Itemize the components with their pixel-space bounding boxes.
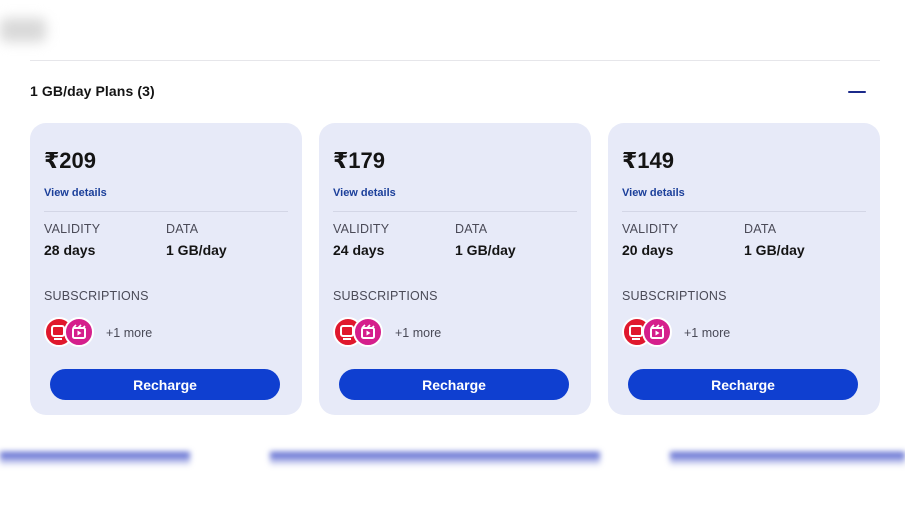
validity-label: VALIDITY (622, 222, 679, 236)
subscription-icons (622, 317, 682, 349)
data-label: DATA (744, 222, 777, 236)
shadow-decoration (0, 452, 190, 466)
view-details-link[interactable]: View details (333, 187, 396, 199)
section-title[interactable]: 1 GB/day Plans (3) (30, 83, 155, 99)
plan-cards: ₹209 View details VALIDITY DATA 28 days … (30, 123, 880, 415)
minus-icon[interactable] (848, 91, 866, 93)
jiocinema-icon (642, 317, 672, 347)
validity-value: 24 days (333, 242, 385, 258)
subscription-icons (44, 317, 104, 349)
shadow-decoration (670, 452, 905, 466)
plan-price: ₹149 (622, 148, 675, 173)
data-label: DATA (455, 222, 488, 236)
recharge-button[interactable]: Recharge (339, 369, 569, 400)
view-details-link[interactable]: View details (622, 187, 685, 199)
section-divider (30, 60, 880, 61)
validity-value: 28 days (44, 242, 96, 258)
data-value: 1 GB/day (166, 242, 227, 258)
subscription-icons (333, 317, 393, 349)
card-divider (44, 211, 288, 212)
recharge-button[interactable]: Recharge (50, 369, 280, 400)
plan-price: ₹179 (333, 148, 386, 173)
data-label: DATA (166, 222, 199, 236)
validity-label: VALIDITY (44, 222, 101, 236)
more-subscriptions: +1 more (106, 326, 153, 340)
card-divider (333, 211, 577, 212)
data-value: 1 GB/day (455, 242, 516, 258)
data-value: 1 GB/day (744, 242, 805, 258)
plan-card: ₹149 View details VALIDITY DATA 20 days … (608, 123, 880, 415)
jiocinema-icon (353, 317, 383, 347)
blurred-header-text (0, 18, 46, 42)
plan-card: ₹179 View details VALIDITY DATA 24 days … (319, 123, 591, 415)
plan-card: ₹209 View details VALIDITY DATA 28 days … (30, 123, 302, 415)
card-divider (622, 211, 866, 212)
more-subscriptions: +1 more (395, 326, 442, 340)
subscriptions-label: SUBSCRIPTIONS (333, 289, 438, 303)
shadow-decoration (270, 452, 600, 466)
subscriptions-label: SUBSCRIPTIONS (44, 289, 149, 303)
subscriptions-label: SUBSCRIPTIONS (622, 289, 727, 303)
recharge-button[interactable]: Recharge (628, 369, 858, 400)
validity-value: 20 days (622, 242, 674, 258)
view-details-link[interactable]: View details (44, 187, 107, 199)
more-subscriptions: +1 more (684, 326, 731, 340)
validity-label: VALIDITY (333, 222, 390, 236)
plan-price: ₹209 (44, 148, 97, 173)
jiocinema-icon (64, 317, 94, 347)
